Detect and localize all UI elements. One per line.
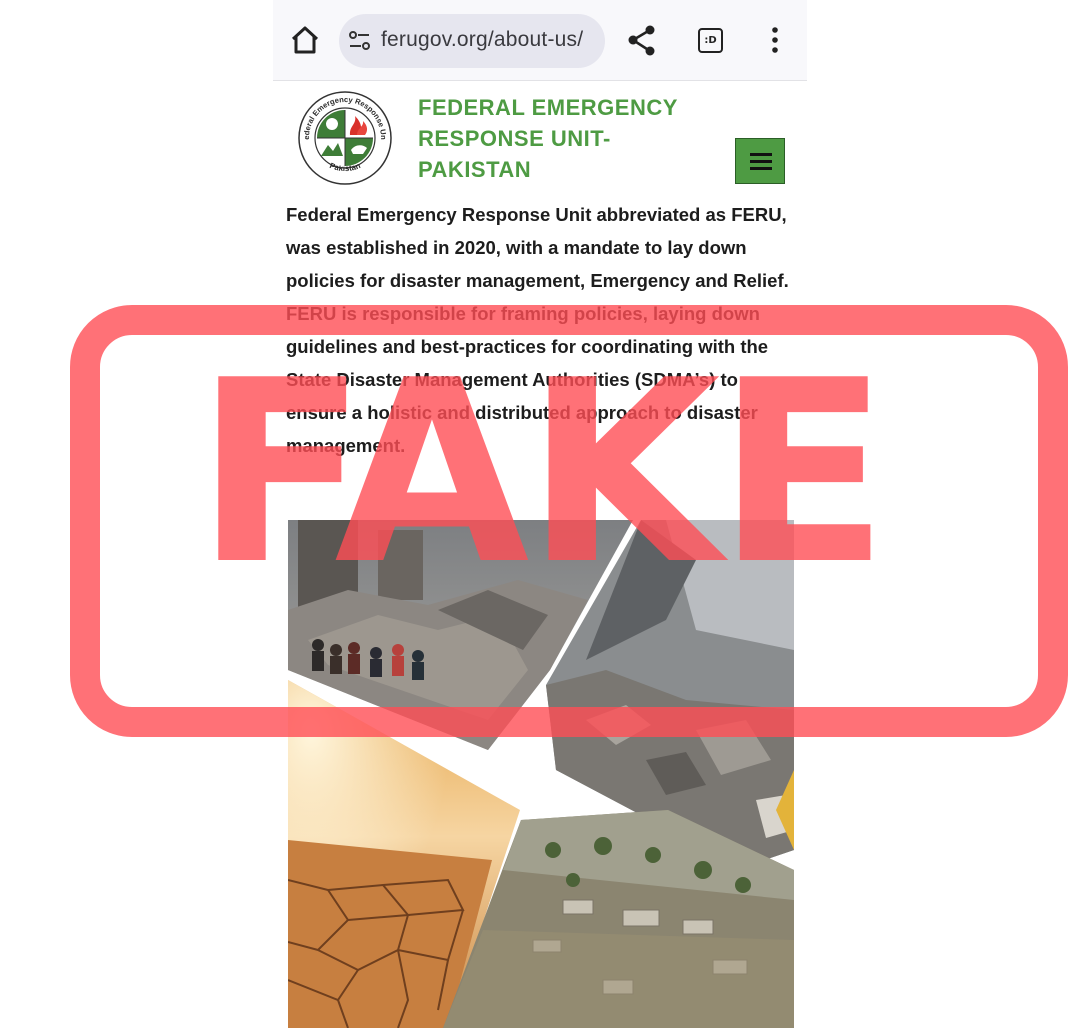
more-options-button[interactable] xyxy=(755,20,795,60)
disaster-collage xyxy=(288,520,794,1028)
flooded-village-photo xyxy=(443,810,794,1028)
about-paragraph: Federal Emergency Response Unit abbrevia… xyxy=(286,204,789,456)
nav-menu-button[interactable] xyxy=(735,138,785,184)
tab-switcher-icon: :D xyxy=(698,28,723,53)
hamburger-icon xyxy=(750,153,772,156)
more-vert-icon xyxy=(772,27,778,53)
site-settings-icon[interactable] xyxy=(347,28,373,54)
site-title[interactable]: FEDERAL EMERGENCY RESPONSE UNIT- PAKISTA… xyxy=(418,92,688,185)
browser-toolbar: ferugov.org/about-us/ :D xyxy=(273,0,807,81)
tab-switcher-button[interactable]: :D xyxy=(690,20,730,60)
home-icon xyxy=(291,26,319,54)
phone-screen: ferugov.org/about-us/ :D ederal Emergenc… xyxy=(273,0,807,1033)
share-icon xyxy=(628,25,655,56)
share-button[interactable] xyxy=(622,20,662,60)
feru-logo[interactable]: Federal Emergency Response Unit Pakistan xyxy=(297,90,393,186)
site-header: Federal Emergency Response Unit Pakistan… xyxy=(273,80,807,196)
home-button[interactable] xyxy=(285,20,325,60)
address-bar[interactable]: ferugov.org/about-us/ xyxy=(339,14,605,68)
url-text[interactable]: ferugov.org/about-us/ xyxy=(381,28,583,52)
